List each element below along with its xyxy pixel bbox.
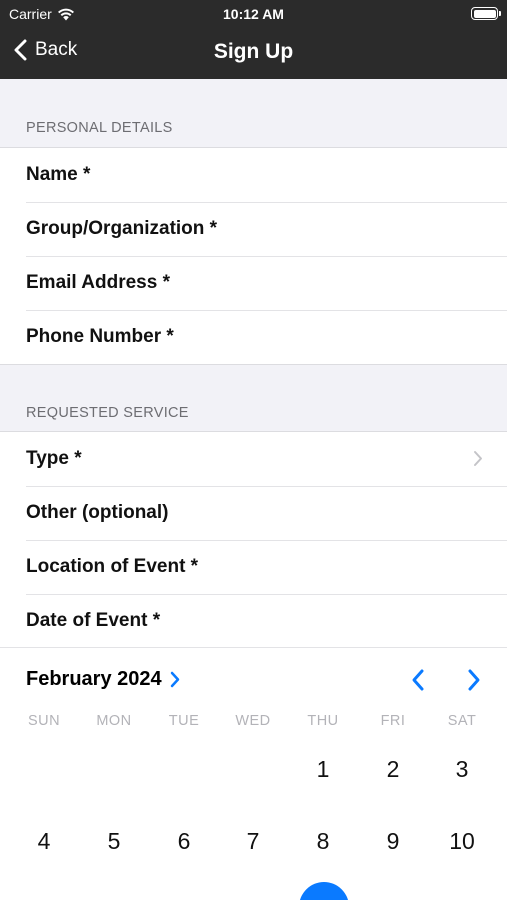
page-title: Sign Up <box>213 40 294 63</box>
weekday-label: SAT <box>447 713 477 729</box>
section-header-personal: PERSONAL DETAILS <box>26 120 173 136</box>
other-label: Other (optional) <box>26 502 169 523</box>
chevron-right-icon <box>170 671 179 688</box>
calendar-day[interactable]: 6 <box>159 828 209 855</box>
status-bar: Carrier 10:12 AM <box>0 0 507 28</box>
month-selector[interactable]: February 2024 <box>26 668 180 691</box>
calendar-day[interactable]: 7 <box>228 828 278 855</box>
requested-service-group: Type * Other (optional) Location of Even… <box>0 431 507 648</box>
weekday-label: THU <box>307 713 339 729</box>
calendar-day[interactable]: 10 <box>437 828 487 855</box>
date-picker-calendar: February 2024 SUN MON TUE WED THU FRI SA… <box>0 647 507 900</box>
calendar-day[interactable]: 9 <box>368 828 418 855</box>
weekday-label: WED <box>235 713 271 729</box>
chevron-right-icon <box>468 669 480 691</box>
email-field[interactable]: Email Address * <box>0 256 507 310</box>
navigation-bar: Back Sign Up <box>0 28 507 79</box>
weekday-label: FRI <box>380 713 406 729</box>
top-bar: Carrier 10:12 AM Back Sign Up <box>0 0 507 79</box>
name-field[interactable]: Name * <box>0 148 507 202</box>
weekday-label: MON <box>96 713 132 729</box>
calendar-day[interactable]: 4 <box>19 828 69 855</box>
weekday-label: TUE <box>168 713 200 729</box>
calendar-day[interactable]: 3 <box>437 756 487 783</box>
location-field[interactable]: Location of Event * <box>0 540 507 594</box>
calendar-day[interactable]: 8 <box>298 828 348 855</box>
previous-month-button[interactable] <box>410 668 426 697</box>
date-label: Date of Event * <box>26 610 161 631</box>
calendar-day[interactable]: 5 <box>89 828 139 855</box>
personal-details-group: Name * Group/Organization * Email Addres… <box>0 147 507 365</box>
next-month-button[interactable] <box>466 668 482 697</box>
organization-field[interactable]: Group/Organization * <box>0 202 507 256</box>
type-field[interactable]: Type * <box>0 432 507 486</box>
phone-field[interactable]: Phone Number * <box>0 310 507 364</box>
email-label: Email Address * <box>26 272 170 293</box>
type-label: Type * <box>26 448 82 469</box>
phone-label: Phone Number * <box>26 326 174 347</box>
calendar-day[interactable]: 2 <box>368 756 418 783</box>
other-field[interactable]: Other (optional) <box>0 486 507 540</box>
name-label: Name * <box>26 164 91 185</box>
date-field[interactable]: Date of Event * <box>0 594 507 648</box>
calendar-day[interactable]: 1 <box>298 756 348 783</box>
section-header-service: REQUESTED SERVICE <box>26 405 189 421</box>
battery-icon <box>471 7 501 20</box>
location-label: Location of Event * <box>26 556 199 577</box>
status-time: 10:12 AM <box>223 6 284 22</box>
month-label: February 2024 <box>26 668 162 690</box>
chevron-left-icon <box>412 669 424 691</box>
weekday-label: SUN <box>27 713 61 729</box>
organization-label: Group/Organization * <box>26 218 218 239</box>
chevron-right-icon <box>474 451 482 466</box>
